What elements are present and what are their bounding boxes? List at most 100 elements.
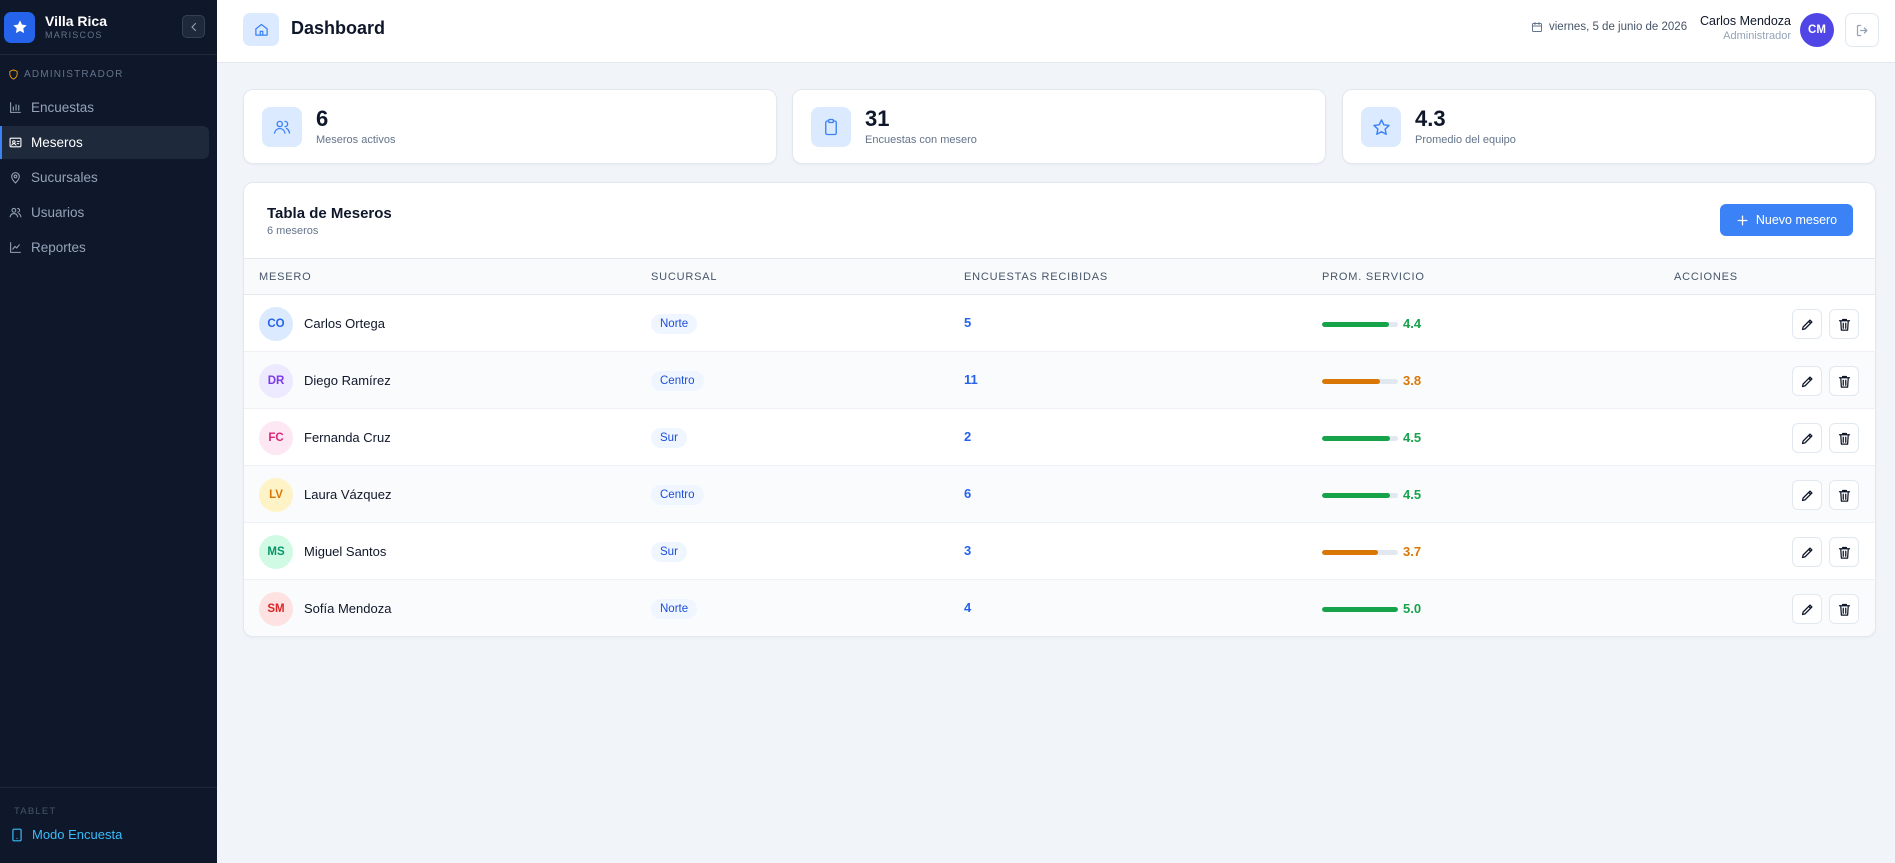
avatar: DR <box>259 364 293 398</box>
rating-bar <box>1322 379 1398 384</box>
delete-button[interactable] <box>1829 537 1859 567</box>
column-header: ENCUESTAS RECIBIDAS <box>964 271 1108 283</box>
sidebar-footer: TABLET Modo Encuesta <box>0 787 217 842</box>
sucursal-badge: Sur <box>651 542 687 562</box>
stat-card-promedio: 4.3 Promedio del equipo <box>1342 89 1876 164</box>
users-icon <box>262 107 302 147</box>
user-info: Carlos Mendoza Administrador <box>1700 14 1791 43</box>
mesero-name: Fernanda Cruz <box>304 430 391 445</box>
table-row: DR Diego Ramírez Centro 11 3.8 <box>244 352 1875 409</box>
edit-button[interactable] <box>1792 480 1822 510</box>
clipboard-icon <box>811 107 851 147</box>
logout-icon <box>1856 24 1867 36</box>
sidebar-item-label: Sucursales <box>31 170 98 185</box>
edit-button[interactable] <box>1792 309 1822 339</box>
rating-score: 4.5 <box>1403 487 1422 502</box>
rating-bar-fill <box>1322 550 1378 555</box>
delete-button[interactable] <box>1829 366 1859 396</box>
calendar-icon <box>1532 22 1542 32</box>
table-header: MESERO SUCURSAL ENCUESTAS RECIBIDAS PROM… <box>244 258 1875 295</box>
table-row: SM Sofía Mendoza Norte 4 5.0 <box>244 580 1875 636</box>
column-header: MESERO <box>259 271 312 283</box>
stat-value: 31 <box>865 106 890 131</box>
rating-score: 5.0 <box>1403 601 1422 616</box>
mesero-name: Carlos Ortega <box>304 316 385 331</box>
trash-icon <box>1838 603 1850 616</box>
bar-chart-icon <box>10 102 21 113</box>
logout-button[interactable] <box>1845 13 1879 47</box>
trash-icon <box>1838 318 1850 331</box>
stat-value: 6 <box>316 106 329 131</box>
sidebar-item-sucursales[interactable]: Sucursales <box>0 161 209 194</box>
brand: Villa Rica MARISCOS <box>0 0 217 55</box>
id-card-icon <box>9 137 22 148</box>
delete-button[interactable] <box>1829 309 1859 339</box>
rating-score: 4.5 <box>1403 430 1422 445</box>
table-row: CO Carlos Ortega Norte 5 4.4 <box>244 295 1875 352</box>
mesero-name: Miguel Santos <box>304 544 387 559</box>
rating-score: 4.4 <box>1403 316 1422 331</box>
edit-button[interactable] <box>1792 366 1822 396</box>
encuestas-count: 2 <box>964 429 972 444</box>
encuestas-count: 3 <box>964 543 972 558</box>
section-label-text: ADMINISTRADOR <box>24 69 124 80</box>
encuestas-count: 4 <box>964 600 972 615</box>
rating-bar <box>1322 550 1398 555</box>
sidebar-item-encuestas[interactable]: Encuestas <box>0 91 209 124</box>
mesero-name: Sofía Mendoza <box>304 601 392 616</box>
rating-score: 3.7 <box>1403 544 1422 559</box>
pencil-icon <box>1801 376 1812 387</box>
delete-button[interactable] <box>1829 423 1859 453</box>
sidebar-item-reportes[interactable]: Reportes <box>0 231 209 264</box>
sucursal-badge: Centro <box>651 485 704 505</box>
stat-label: Encuestas con mesero <box>865 134 977 146</box>
sucursal-badge: Sur <box>651 428 687 448</box>
sucursal-badge: Norte <box>651 599 698 619</box>
sidebar-nav: Encuestas Meseros Sucursales Usuarios Re… <box>0 91 217 266</box>
table-title: Tabla de Meseros <box>267 205 392 222</box>
edit-button[interactable] <box>1792 537 1822 567</box>
column-header: ACCIONES <box>1674 271 1738 283</box>
home-icon <box>254 23 268 36</box>
delete-button[interactable] <box>1829 594 1859 624</box>
home-button[interactable] <box>243 13 279 46</box>
rating-bar-fill <box>1322 379 1380 384</box>
table-body: CO Carlos Ortega Norte 5 4.4 DR Diego Ramírez C… <box>244 295 1875 636</box>
delete-button[interactable] <box>1829 480 1859 510</box>
pencil-icon <box>1801 547 1812 558</box>
rating-bar <box>1322 607 1398 612</box>
new-mesero-button[interactable]: Nuevo mesero <box>1720 204 1853 236</box>
rating-bar <box>1322 493 1398 498</box>
brand-subtitle: MARISCOS <box>45 30 103 40</box>
table-row: FC Fernanda Cruz Sur 2 4.5 <box>244 409 1875 466</box>
trash-icon <box>1838 375 1850 388</box>
sidebar-item-usuarios[interactable]: Usuarios <box>0 196 209 229</box>
table-row: LV Laura Vázquez Centro 6 4.5 <box>244 466 1875 523</box>
trash-icon <box>1838 489 1850 502</box>
stat-card-encuestas: 31 Encuestas con mesero <box>792 89 1326 164</box>
avatar[interactable]: CM <box>1800 13 1834 47</box>
edit-button[interactable] <box>1792 594 1822 624</box>
map-pin-icon <box>11 172 20 184</box>
collapse-sidebar-button[interactable] <box>182 15 205 38</box>
sidebar-item-label: Meseros <box>31 135 83 150</box>
modo-encuesta-label: Modo Encuesta <box>32 827 123 842</box>
sidebar-item-meseros[interactable]: Meseros <box>0 126 209 159</box>
encuestas-count: 6 <box>964 486 972 501</box>
rating-bar <box>1322 436 1398 441</box>
rating-bar-fill <box>1322 322 1389 327</box>
star-icon <box>1361 107 1401 147</box>
star-logo-icon <box>4 11 35 43</box>
edit-button[interactable] <box>1792 423 1822 453</box>
plus-icon <box>1737 215 1748 225</box>
trash-icon <box>1838 432 1850 445</box>
avatar: FC <box>259 421 293 455</box>
encuestas-count: 11 <box>964 372 978 387</box>
rating-bar-fill <box>1322 607 1398 612</box>
current-date: viernes, 5 de junio de 2026 <box>1531 21 1687 33</box>
stat-card-meseros: 6 Meseros activos <box>243 89 777 164</box>
column-header: PROM. SERVICIO <box>1322 271 1425 283</box>
modo-encuesta-link[interactable]: Modo Encuesta <box>11 827 217 842</box>
user-role: Administrador <box>1723 30 1791 42</box>
mesero-name: Laura Vázquez <box>304 487 392 502</box>
